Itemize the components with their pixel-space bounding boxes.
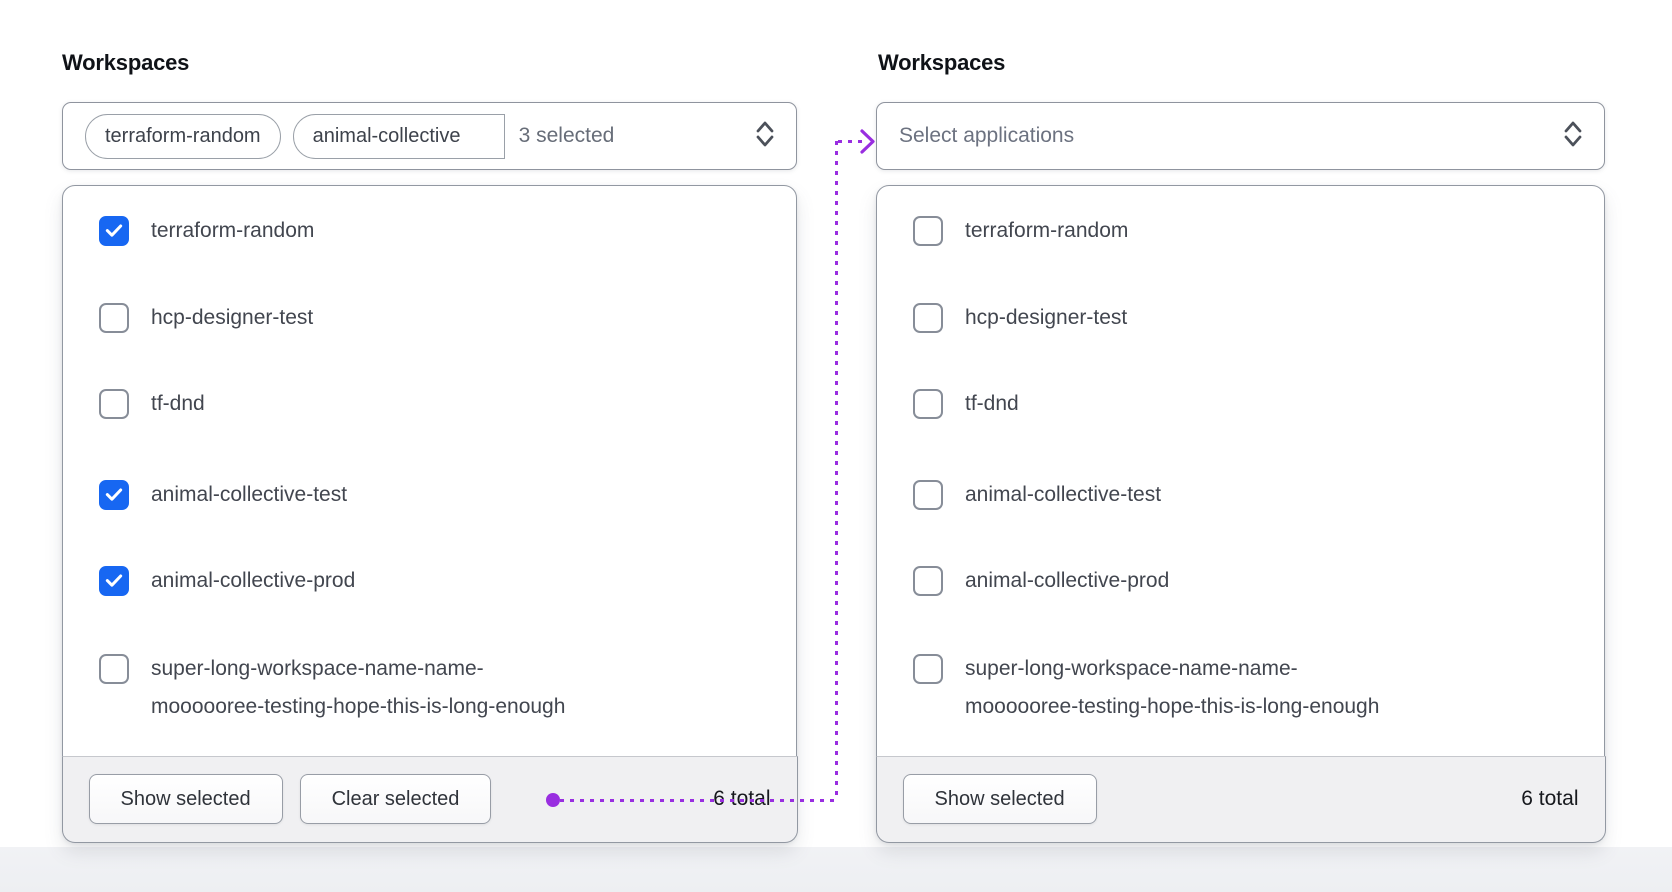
checkbox[interactable] [913,566,943,596]
total-count-text: 6 total [1521,787,1579,810]
checkbox[interactable] [99,480,129,510]
show-selected-button[interactable]: Show selected [88,774,283,824]
right-panel-footer: Show selected 6 total [875,755,1606,843]
right-workspaces-label: Workspaces [878,50,1006,75]
option-label: super-long-workspace-name-name- mooooore… [151,654,565,722]
check-icon [105,574,123,587]
checkbox[interactable] [99,566,129,596]
workspace-option[interactable]: animal-collective-prod [913,566,1169,596]
workspace-option[interactable]: tf-dnd [913,389,1019,419]
workspace-option[interactable]: super-long-workspace-name-name- mooooore… [913,654,1379,722]
checkbox[interactable] [913,216,943,246]
connector-line-top [838,140,863,143]
workspace-option[interactable]: animal-collective-test [99,480,347,510]
screenshot-canvas: Workspaces terraform-random animal-colle… [0,0,1672,892]
workspace-option[interactable]: hcp-designer-test [99,303,313,333]
left-panel-footer: Show selected Clear selected 6 total [61,755,798,843]
checkbox[interactable] [99,303,129,333]
option-label: animal-collective-prod [151,569,356,592]
show-selected-button[interactable]: Show selected [902,774,1097,824]
chevron-up-down-icon[interactable] [752,118,778,155]
page-background-band [0,847,1672,892]
option-label: hcp-designer-test [151,306,314,329]
option-label: animal-collective-prod [965,569,1170,592]
selected-count-text: 3 selected [518,124,615,147]
placeholder-text: Select applications [899,124,1075,147]
option-label-line1: super-long-workspace-name-name- [965,657,1298,680]
option-label-line2: moooooree-testing-hope-this-is-long-enou… [151,695,566,718]
checkbox[interactable] [913,654,943,684]
option-label: animal-collective-test [965,483,1162,506]
workspace-option[interactable]: super-long-workspace-name-name- mooooore… [99,654,565,722]
option-label: tf-dnd [965,392,1019,415]
option-label: terraform-random [151,219,315,242]
connector-line-vertical [835,141,838,800]
option-label: hcp-designer-test [965,306,1128,329]
selected-chip[interactable]: terraform-random [85,113,281,159]
chevron-up-down-icon[interactable] [1560,118,1586,155]
left-workspaces-label: Workspaces [62,50,190,75]
right-options-panel: terraform-random hcp-designer-test tf-dn… [875,185,1606,843]
option-label: animal-collective-test [151,483,348,506]
check-icon [105,488,123,501]
left-multiselect-trigger[interactable]: terraform-random animal-collective 3 sel… [62,102,797,170]
checkbox[interactable] [99,216,129,246]
option-label: terraform-random [965,219,1129,242]
arrow-right-icon [859,128,877,160]
checkbox[interactable] [913,303,943,333]
option-label: tf-dnd [151,392,205,415]
workspace-option[interactable]: tf-dnd [99,389,205,419]
right-multiselect-trigger[interactable]: Select applications [876,102,1605,170]
workspace-option[interactable]: hcp-designer-test [913,303,1127,333]
workspace-option[interactable]: animal-collective-prod [99,566,355,596]
option-label-line1: super-long-workspace-name-name- [151,657,484,680]
checkbox[interactable] [913,389,943,419]
workspace-option[interactable]: terraform-random [913,216,1128,246]
option-label-line2: moooooree-testing-hope-this-is-long-enou… [965,695,1380,718]
workspace-option[interactable]: terraform-random [99,216,314,246]
left-options-panel: terraform-random hcp-designer-test tf-dn… [61,185,798,843]
checkbox[interactable] [913,480,943,510]
option-label: super-long-workspace-name-name- mooooore… [965,654,1379,722]
workspace-option[interactable]: animal-collective-test [913,480,1161,510]
clear-selected-button[interactable]: Clear selected [299,774,492,824]
total-count-text: 6 total [713,787,771,810]
checkbox[interactable] [99,654,129,684]
check-icon [105,224,123,237]
selected-chip-truncated[interactable]: animal-collective [292,113,505,159]
checkbox[interactable] [99,389,129,419]
